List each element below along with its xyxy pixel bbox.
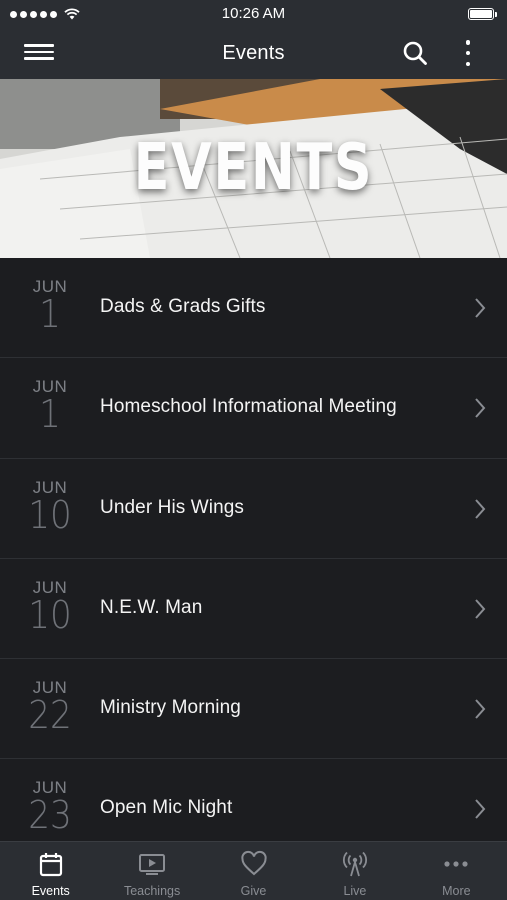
event-day: 1 — [39, 292, 61, 336]
event-row[interactable]: JUN 1 Dads & Grads Gifts — [0, 258, 507, 359]
event-title: Under His Wings — [100, 496, 245, 518]
chevron-right-icon — [475, 298, 486, 318]
event-row[interactable]: JUN 1 Homeschool Informational Meeting — [0, 358, 507, 459]
event-title: N.E.W. Man — [100, 596, 203, 618]
event-date: JUN 10 — [18, 478, 82, 537]
tab-label: Live — [343, 884, 367, 898]
status-time: 10:26 AM — [221, 5, 286, 22]
page-title: Events — [222, 42, 285, 64]
event-row[interactable]: JUN 22 Ministry Morning — [0, 659, 507, 760]
event-list: JUN 1 Dads & Grads Gifts JUN 1 Homeschoo… — [0, 258, 507, 841]
chevron-right-icon — [475, 398, 486, 418]
tab-live[interactable]: Live — [304, 842, 405, 900]
event-row[interactable]: JUN 10 N.E.W. Man — [0, 559, 507, 660]
search-icon[interactable] — [402, 40, 428, 66]
event-day: 23 — [28, 793, 72, 838]
event-day: 1 — [39, 392, 61, 437]
event-day: 10 — [28, 492, 72, 537]
tab-more[interactable]: More — [406, 842, 507, 900]
heart-icon — [240, 850, 267, 876]
tv-play-icon — [139, 854, 166, 875]
tab-events[interactable]: Events — [0, 842, 101, 900]
tab-give[interactable]: Give — [203, 842, 304, 900]
tab-label: Events — [31, 884, 70, 898]
event-date: JUN 1 — [18, 378, 82, 437]
event-title: Homeschool Informational Meeting — [100, 396, 397, 418]
hero-title: EVENTS — [133, 131, 374, 205]
events-screen: 10:26 AM Events EVENTS JUN 1 Dads & Grad… — [0, 0, 507, 900]
status-bar: 10:26 AM — [0, 0, 507, 28]
tab-bar: Events Teachings Give Live More — [0, 841, 507, 900]
tab-label: More — [442, 884, 471, 898]
hero-banner: EVENTS — [0, 79, 507, 258]
event-row[interactable]: JUN 23 Open Mic Night — [0, 759, 507, 841]
event-row[interactable]: JUN 10 Under His Wings — [0, 459, 507, 559]
navigation-bar: Events — [0, 28, 507, 79]
chevron-right-icon — [475, 699, 486, 719]
more-dots-icon — [444, 861, 468, 867]
event-date: JUN 22 — [18, 679, 82, 738]
event-date: JUN 1 — [18, 278, 82, 336]
event-title: Dads & Grads Gifts — [100, 296, 266, 317]
event-date: JUN 23 — [18, 779, 82, 838]
chevron-right-icon — [475, 498, 486, 519]
event-date: JUN 10 — [18, 578, 82, 637]
calendar-icon — [39, 853, 62, 877]
overflow-menu-icon[interactable] — [458, 38, 478, 68]
chevron-right-icon — [475, 599, 486, 619]
tab-label: Teachings — [123, 884, 181, 898]
event-day: 10 — [28, 592, 72, 637]
event-title: Ministry Morning — [100, 697, 241, 719]
event-day: 22 — [28, 693, 72, 738]
chevron-right-icon — [475, 799, 486, 820]
tab-teachings[interactable]: Teachings — [101, 842, 202, 900]
event-title: Open Mic Night — [100, 797, 233, 819]
broadcast-icon — [342, 851, 367, 877]
tab-label: Give — [240, 884, 267, 898]
hamburger-menu-icon[interactable] — [24, 40, 54, 66]
